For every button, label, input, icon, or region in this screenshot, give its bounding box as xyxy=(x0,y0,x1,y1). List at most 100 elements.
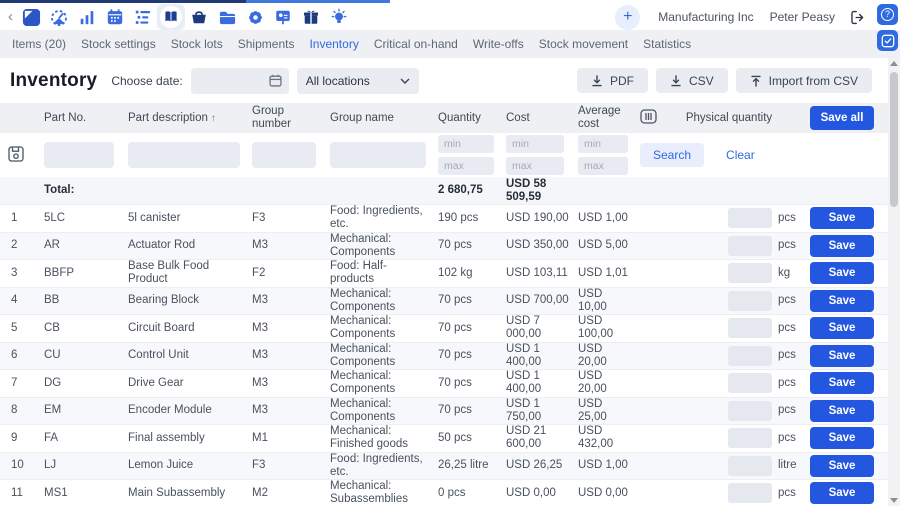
save-button[interactable]: Save xyxy=(810,482,874,504)
question-icon: ? xyxy=(881,8,894,21)
user-name[interactable]: Peter Peasy xyxy=(770,10,835,24)
nav-tab[interactable]: Stock settings xyxy=(81,37,156,51)
cost-max-input[interactable] xyxy=(506,157,564,175)
physical-quantity-input[interactable] xyxy=(728,373,772,393)
cost-min-input[interactable] xyxy=(506,135,564,153)
calendar-icon[interactable] xyxy=(101,5,129,29)
save-filter-icon[interactable] xyxy=(0,146,36,164)
save-button[interactable]: Save xyxy=(810,290,874,312)
table-row: 1 5LC 5l canister F3 Food: Ingredients, … xyxy=(0,204,888,232)
row-number: 7 xyxy=(0,377,36,390)
nav-tab[interactable]: Critical on-hand xyxy=(374,37,458,51)
header-cost[interactable]: Cost xyxy=(498,112,570,125)
save-all-button[interactable]: Save all xyxy=(810,106,874,130)
nav-tab[interactable]: Inventory xyxy=(309,37,358,51)
help-button[interactable]: ? xyxy=(877,4,898,25)
scrollbar-track[interactable] xyxy=(888,66,900,498)
physical-quantity-input[interactable] xyxy=(728,401,772,421)
part-description-filter-input[interactable] xyxy=(128,142,240,168)
part-no-filter-input[interactable] xyxy=(44,142,114,168)
csv-button[interactable]: CSV xyxy=(656,68,728,93)
part-description-cell: Actuator Rod xyxy=(120,239,244,252)
group-number-filter-input[interactable] xyxy=(252,142,316,168)
header-part-description[interactable]: Part description↑ xyxy=(120,112,244,125)
average-cost-cell: USD 0,00 xyxy=(570,487,632,500)
quantity-max-input[interactable] xyxy=(438,157,494,175)
clear-link[interactable]: Clear xyxy=(726,148,755,162)
back-chevron-icon[interactable]: ‹ xyxy=(8,8,13,25)
add-button[interactable]: + xyxy=(615,5,640,30)
rewards-gift-icon[interactable] xyxy=(297,5,325,29)
save-button[interactable]: Save xyxy=(810,207,874,229)
header-average-cost[interactable]: Average cost xyxy=(570,105,632,131)
logout-icon[interactable] xyxy=(849,9,866,26)
nav-tab[interactable]: Shipments xyxy=(238,37,295,51)
nav-tab[interactable]: Stock movement xyxy=(539,37,628,51)
top-progress-strip xyxy=(0,0,900,3)
group-name-cell: Mechanical: Components xyxy=(322,398,430,424)
save-button[interactable]: Save xyxy=(810,262,874,284)
cost-cell: USD 190,00 xyxy=(498,212,570,225)
settings-gear-icon[interactable] xyxy=(241,5,269,29)
logo-icon[interactable] xyxy=(17,5,45,29)
feedback-button[interactable] xyxy=(877,30,898,51)
total-quantity: 2 680,75 xyxy=(430,184,498,197)
total-cost: USD 58 509,59 xyxy=(498,178,570,204)
physical-quantity-input[interactable] xyxy=(728,208,772,228)
edge-buttons: ? xyxy=(877,4,898,51)
dashboard-gauge-icon[interactable] xyxy=(45,5,73,29)
physical-quantity-input[interactable] xyxy=(728,318,772,338)
average-cost-cell: USD 1,00 xyxy=(570,212,632,225)
scroll-down-arrow[interactable] xyxy=(890,498,898,503)
pdf-button[interactable]: PDF xyxy=(577,68,648,93)
physical-quantity-input[interactable] xyxy=(728,346,772,366)
save-button[interactable]: Save xyxy=(810,400,874,422)
row-number: 10 xyxy=(0,459,36,472)
search-button[interactable]: Search xyxy=(640,143,704,167)
save-button[interactable]: Save xyxy=(810,427,874,449)
save-button[interactable]: Save xyxy=(810,345,874,367)
nav-tab[interactable]: Stock lots xyxy=(171,37,223,51)
group-name-filter-input[interactable] xyxy=(330,142,426,168)
part-no-cell: CB xyxy=(36,322,120,335)
stock-book-icon[interactable] xyxy=(157,4,185,30)
average-cost-cell: USD 100,00 xyxy=(570,315,632,341)
physical-quantity-input[interactable] xyxy=(728,428,772,448)
presentation-board-icon[interactable] xyxy=(269,5,297,29)
physical-quantity-input[interactable] xyxy=(728,263,772,283)
physical-quantity-input[interactable] xyxy=(728,456,772,476)
quantity-min-input[interactable] xyxy=(438,135,494,153)
planning-gantt-icon[interactable] xyxy=(129,5,157,29)
nav-tab[interactable]: Items (20) xyxy=(12,37,66,51)
statistics-bars-icon[interactable] xyxy=(73,5,101,29)
row-number: 6 xyxy=(0,349,36,362)
company-name[interactable]: Manufacturing Inc xyxy=(658,10,753,24)
download-icon xyxy=(591,75,603,87)
documents-folder-icon[interactable] xyxy=(213,5,241,29)
nav-tab[interactable]: Statistics xyxy=(643,37,691,51)
save-button[interactable]: Save xyxy=(810,235,874,257)
header-group-name[interactable]: Group name xyxy=(322,112,430,125)
date-input[interactable] xyxy=(198,74,269,88)
chevron-down-icon xyxy=(400,78,410,84)
import-csv-button[interactable]: Import from CSV xyxy=(736,68,872,93)
locations-select[interactable]: All locations xyxy=(297,68,419,94)
header-group-number[interactable]: Group number xyxy=(244,105,322,131)
part-no-cell: 5LC xyxy=(36,212,120,225)
average-cost-max-input[interactable] xyxy=(578,157,628,175)
header-quantity[interactable]: Quantity xyxy=(430,112,498,125)
physical-quantity-input[interactable] xyxy=(728,483,772,503)
header-part-no[interactable]: Part No. xyxy=(36,112,120,125)
save-button[interactable]: Save xyxy=(810,455,874,477)
ideas-bulb-icon[interactable] xyxy=(325,5,353,29)
physical-quantity-input[interactable] xyxy=(728,291,772,311)
save-button[interactable]: Save xyxy=(810,317,874,339)
nav-tab[interactable]: Write-offs xyxy=(473,37,524,51)
vertical-scrollbar[interactable] xyxy=(888,58,900,506)
scrollbar-thumb[interactable] xyxy=(890,72,898,207)
save-button[interactable]: Save xyxy=(810,372,874,394)
physical-quantity-input[interactable] xyxy=(728,236,772,256)
average-cost-min-input[interactable] xyxy=(578,135,628,153)
procurement-basket-icon[interactable] xyxy=(185,5,213,29)
column-settings-icon[interactable] xyxy=(632,109,672,128)
